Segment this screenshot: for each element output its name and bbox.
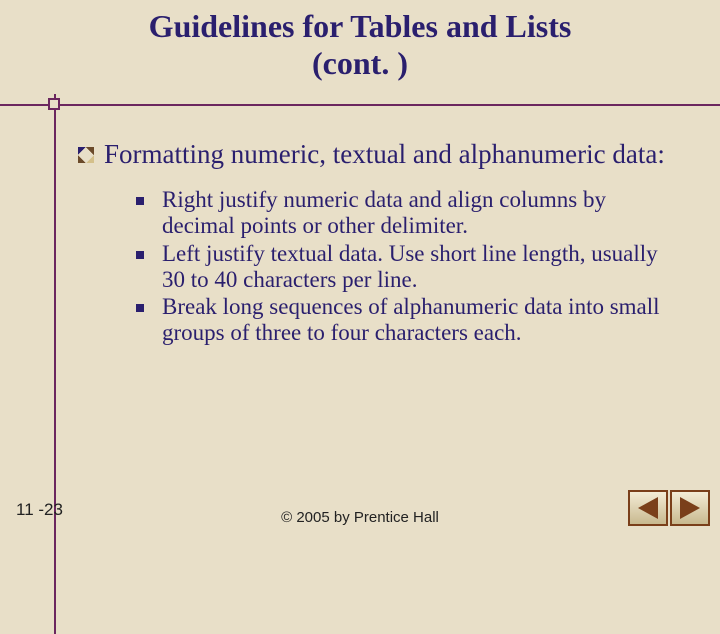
list-item: Left justify textual data. Use short lin…: [136, 241, 680, 293]
square-bullet-icon: [136, 197, 144, 205]
prev-button[interactable]: [628, 490, 668, 526]
main-bullet-text: Formatting numeric, textual and alphanum…: [104, 140, 665, 170]
square-bullet-icon: [136, 304, 144, 312]
list-item: Right justify numeric data and align col…: [136, 187, 680, 239]
nav-buttons: [628, 490, 710, 526]
diamond-bullet-icon: [78, 147, 94, 163]
content-area: Formatting numeric, textual and alphanum…: [0, 118, 720, 346]
slide-footer: 11 -23 © 2005 by Prentice Hall: [0, 488, 720, 526]
sub-bullet-list: Right justify numeric data and align col…: [136, 187, 680, 346]
rule-intersection-box: [48, 98, 60, 110]
arrow-right-icon: [680, 497, 700, 519]
sub-bullet-text: Right justify numeric data and align col…: [162, 187, 680, 239]
title-line-2: (cont. ): [312, 45, 408, 81]
copyright-text: © 2005 by Prentice Hall: [0, 509, 720, 526]
sub-bullet-text: Left justify textual data. Use short lin…: [162, 241, 680, 293]
horizontal-rule: [0, 104, 720, 106]
decorative-rule: [0, 94, 720, 118]
title-line-1: Guidelines for Tables and Lists: [149, 8, 572, 44]
next-button[interactable]: [670, 490, 710, 526]
slide-title: Guidelines for Tables and Lists (cont. ): [0, 0, 720, 86]
main-bullet-item: Formatting numeric, textual and alphanum…: [78, 140, 680, 170]
sub-bullet-text: Break long sequences of alphanumeric dat…: [162, 294, 680, 346]
list-item: Break long sequences of alphanumeric dat…: [136, 294, 680, 346]
square-bullet-icon: [136, 251, 144, 259]
arrow-left-icon: [638, 497, 658, 519]
